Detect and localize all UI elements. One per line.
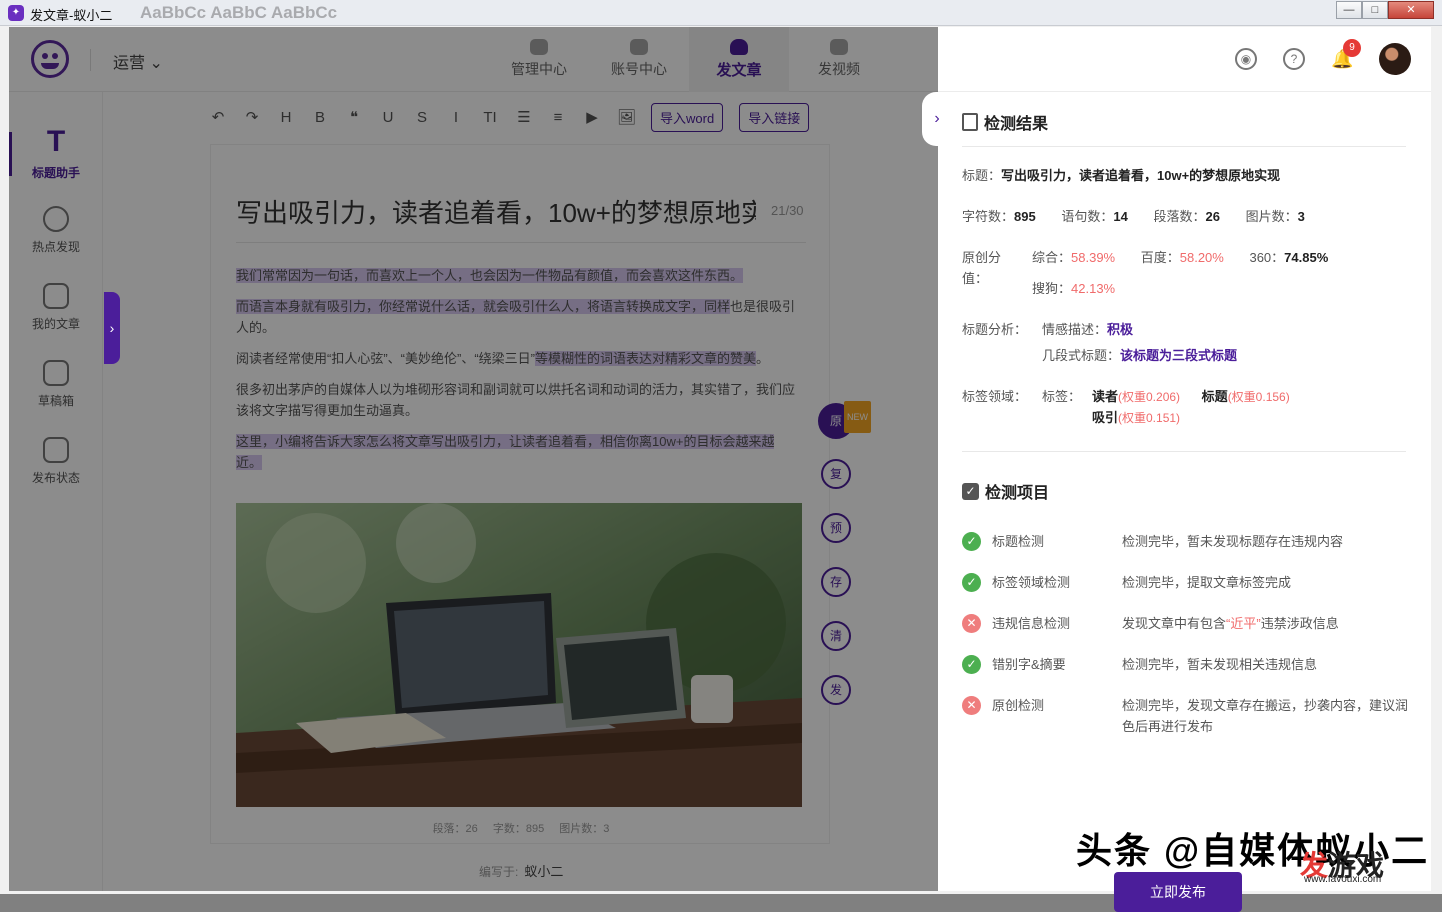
label: 360： — [1249, 250, 1285, 265]
title-bar: ✦ 发文章-蚁小二 AaBbCc AaBbC AaBbCc — □ ✕ — [0, 0, 1442, 26]
tag-weight: (权重0.206) — [1118, 390, 1181, 404]
detection-panel: › 检测结果 标题：写出吸引力，读者追着看，10w+的梦想原地实现 字符数：89… — [922, 92, 1431, 912]
structure-value: 该标题为三段式标题 — [1120, 348, 1238, 363]
publish-now-button[interactable]: 立即发布 — [1114, 872, 1242, 912]
check-desc: 检测完毕，发现文章存在搬运，抄袭内容，建议润色后再进行发布 — [1122, 698, 1409, 734]
label: 综合： — [1032, 250, 1072, 265]
check-fail-icon: ✕ — [962, 696, 981, 715]
close-panel-button[interactable]: › — [922, 92, 952, 146]
overall-score: 58.39% — [1071, 250, 1116, 265]
originality-label: 原创分值： — [962, 250, 1002, 286]
check-desc: 检测完毕，暂未发现标题存在违规内容 — [1122, 534, 1344, 549]
label: 搜狗： — [1032, 281, 1072, 296]
check-ok-icon: ✓ — [962, 655, 981, 674]
check-name: 违规信息检测 — [992, 616, 1071, 631]
background-ghost-toolbar: AaBbCc AaBbC AaBbCc — [140, 3, 338, 22]
emotion-value: 积极 — [1107, 322, 1134, 337]
sogou-row: 搜狗：42.13% — [1032, 278, 1115, 299]
modal-overlay[interactable] — [9, 27, 938, 891]
check-fail-icon: ✕ — [962, 614, 981, 633]
bell-icon[interactable]: 🔔 9 — [1331, 39, 1361, 70]
watermark-url: www.favouxi.com — [1304, 874, 1382, 885]
desc-text: 违禁涉政信息 — [1260, 616, 1339, 631]
avatar[interactable] — [1379, 43, 1411, 75]
baidu-score: 58.20% — [1179, 250, 1224, 265]
check-ok-icon: ✓ — [962, 573, 981, 592]
check-name: 标签领域检测 — [992, 575, 1071, 590]
label: 百度： — [1140, 250, 1180, 265]
char-value: 895 — [1014, 209, 1036, 224]
result-title: 检测结果 — [984, 116, 1049, 133]
title-row: 标题：写出吸引力，读者追着看，10w+的梦想原地实现 — [962, 165, 1280, 186]
title-analysis-label: 标题分析： — [962, 322, 1028, 337]
check-desc: 检测完毕，暂未发现相关违规信息 — [1122, 657, 1318, 672]
app-window: ✦ 发文章-蚁小二 AaBbCc AaBbC AaBbCc — □ ✕ 运营 ⌄… — [0, 0, 1442, 912]
check-desc: 发现文章中有包含“近平”违禁涉政信息 — [1122, 613, 1412, 634]
image-value: 3 — [1297, 209, 1305, 224]
check-name: 原创检测 — [992, 698, 1045, 713]
app-icon: ✦ — [8, 5, 24, 21]
counts-row: 字符数：895 语句数：14 段落数：26 图片数：3 — [962, 206, 1406, 227]
label: 标题： — [962, 168, 1002, 183]
tag-weight: (权重0.156) — [1227, 390, 1290, 404]
title-value: 写出吸引力，读者追着看，10w+的梦想原地实现 — [1001, 168, 1281, 183]
assistant-icon[interactable]: ◉ — [1235, 48, 1257, 70]
emotion-row: 情感描述：积极 — [1042, 319, 1133, 340]
tags-line-1: 读者(权重0.206) 标题(权重0.156) — [1092, 386, 1392, 408]
tag: 标题 — [1201, 389, 1228, 404]
tag: 吸引 — [1092, 410, 1119, 425]
check-name: 错别字&摘要 — [992, 657, 1066, 672]
check-ok-icon: ✓ — [962, 532, 981, 551]
sogou-score: 42.13% — [1071, 281, 1116, 296]
items-header: ✓ 检测项目 — [962, 479, 1049, 503]
check-name: 标题检测 — [992, 534, 1045, 549]
tags-line-2: 吸引(权重0.151) — [1092, 407, 1180, 429]
divider — [962, 146, 1406, 147]
originality-scores: 综合：58.39% 百度：58.20% 360：74.85% — [1032, 247, 1412, 268]
tags-label: 标签： — [1042, 389, 1082, 404]
items-title: 检测项目 — [985, 485, 1050, 502]
tag-weight: (权重0.151) — [1118, 411, 1181, 425]
divider — [962, 451, 1406, 452]
window-title: 发文章-蚁小二 — [30, 8, 113, 23]
app-body: 运营 ⌄ 管理中心 账号中心 发文章 发视频 ◉ ? 🔔 9 T 标题助手 热点发现… — [9, 27, 1431, 912]
help-icon[interactable]: ? — [1283, 48, 1305, 70]
checkbox-icon: ✓ — [962, 482, 979, 500]
structure-row: 几段式标题：该标题为三段式标题 — [1042, 345, 1237, 366]
flagged-term: “近平” — [1226, 616, 1261, 631]
tag: 读者 — [1092, 389, 1119, 404]
label: 几段式标题： — [1042, 348, 1121, 363]
label: 段落数： — [1153, 209, 1206, 224]
result-header: 检测结果 — [962, 110, 1048, 134]
maximize-button[interactable]: □ — [1362, 1, 1388, 19]
close-button[interactable]: ✕ — [1388, 1, 1434, 19]
score-360: 74.85% — [1284, 250, 1329, 265]
check-desc: 检测完毕，提取文章标签完成 — [1122, 575, 1292, 590]
collapse-sidebar-button[interactable]: › — [104, 292, 120, 364]
label: 图片数： — [1245, 209, 1298, 224]
sentence-value: 14 — [1113, 209, 1128, 224]
notification-badge: 9 — [1343, 39, 1361, 57]
document-icon — [962, 113, 978, 131]
minimize-button[interactable]: — — [1336, 1, 1362, 19]
desc-text: 发现文章中有包含 — [1122, 616, 1227, 631]
label: 情感描述： — [1042, 322, 1108, 337]
paragraph-value: 26 — [1205, 209, 1220, 224]
label: 语句数： — [1061, 209, 1114, 224]
tag-domain-label: 标签领域： — [962, 389, 1028, 404]
label: 字符数： — [962, 209, 1015, 224]
